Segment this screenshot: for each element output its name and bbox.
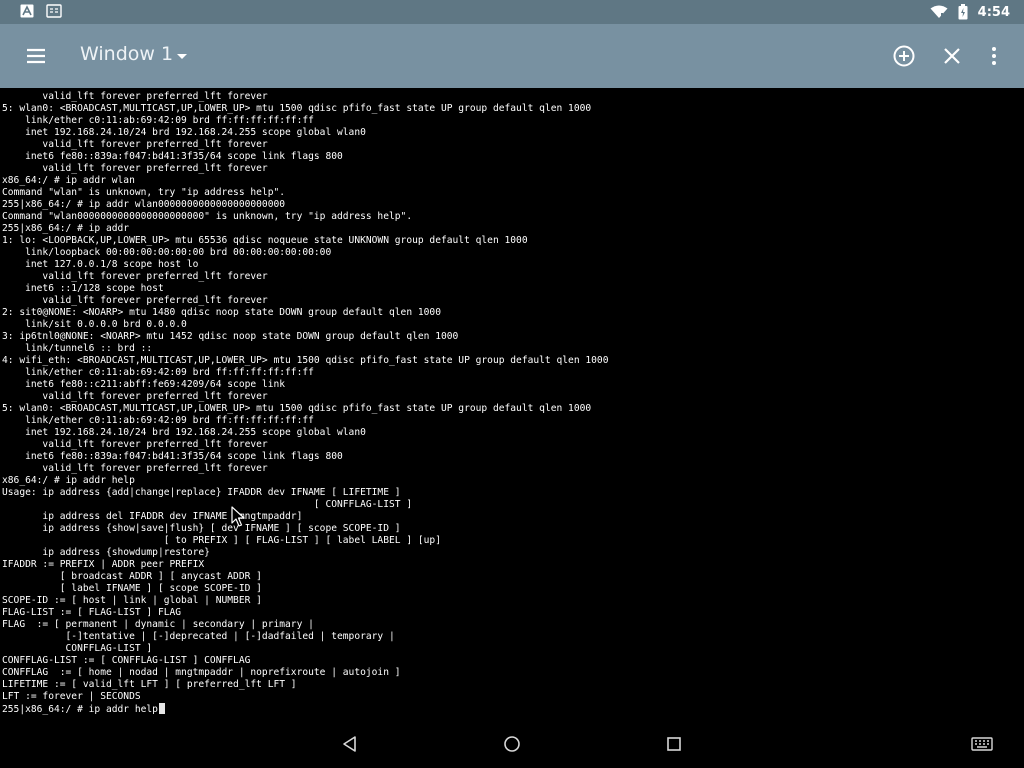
terminal-line: link/sit 0.0.0.0 brd 0.0.0.0 — [2, 319, 187, 330]
terminal-line: valid_lft forever preferred_lft forever — [2, 463, 268, 474]
terminal-line: FLAG-LIST := [ FLAG-LIST ] FLAG — [2, 607, 182, 618]
terminal-line: inet 127.0.0.1/8 scope host lo — [2, 259, 199, 270]
terminal-line: inet6 fe80::839a:f047:bd41:3f35/64 scope… — [2, 151, 343, 162]
add-window-icon[interactable] — [892, 44, 916, 68]
terminal-line: IFADDR := PREFIX | ADDR peer PREFIX — [2, 559, 205, 570]
terminal-line: FLAG := [ permanent | dynamic | secondar… — [2, 619, 314, 630]
terminal-line: inet6 ::1/128 scope host — [2, 283, 164, 294]
status-time: 4:54 — [977, 4, 1010, 20]
terminal-line: inet 192.168.24.10/24 brd 192.168.24.255… — [2, 127, 366, 138]
terminal-line: valid_lft forever preferred_lft forever — [2, 139, 268, 150]
terminal-line: x86_64:/ # ip addr help — [2, 475, 135, 486]
terminal-line: 2: sit0@NONE: <NOARP> mtu 1480 qdisc noo… — [2, 307, 441, 318]
sim-toolkit-icon — [46, 4, 62, 18]
terminal-line: [-]tentative | [-]deprecated | [-]dadfai… — [2, 631, 395, 642]
terminal-line: link/loopback 00:00:00:00:00:00 brd 00:0… — [2, 247, 332, 258]
terminal-line: [ to PREFIX ] [ FLAG-LIST ] [ label LABE… — [2, 535, 441, 546]
terminal-line: Command "wlan" is unknown, try "ip addre… — [2, 187, 286, 198]
terminal-line: 5: wlan0: <BROADCAST,MULTICAST,UP,LOWER_… — [2, 103, 592, 114]
recents-icon[interactable] — [662, 732, 686, 756]
terminal-line: ip address del IFADDR dev IFNAME [mngtmp… — [2, 511, 303, 522]
terminal-line: inet6 fe80::c211:abff:fe69:4209/64 scope… — [2, 379, 286, 390]
terminal-line: Command "wlan0000000000000000000000" is … — [2, 211, 413, 222]
terminal-output[interactable]: valid_lft forever preferred_lft forever 5… — [0, 88, 1024, 720]
terminal-line: CONFFLAG-LIST ] — [2, 643, 153, 654]
text-cursor — [158, 703, 165, 714]
app-bar: Window 1 — [0, 24, 1024, 88]
font-a-icon — [20, 4, 34, 18]
terminal-line: [ CONFFLAG-LIST ] — [2, 499, 413, 510]
dropdown-arrow-icon[interactable] — [172, 46, 192, 66]
close-window-icon[interactable] — [940, 44, 964, 68]
terminal-line: link/tunnel6 :: brd :: — [2, 343, 153, 354]
status-bar: 4:54 — [0, 0, 1024, 24]
mouse-pointer-icon — [231, 506, 245, 527]
terminal-line: x86_64:/ # ip addr wlan — [2, 175, 135, 186]
terminal-line: valid_lft forever preferred_lft forever — [2, 271, 268, 282]
overflow-menu-icon[interactable] — [982, 44, 1006, 68]
terminal-line: 4: wifi_eth: <BROADCAST,MULTICAST,UP,LOW… — [2, 355, 609, 366]
terminal-line: CONFFLAG := [ home | nodad | mngtmpaddr … — [2, 667, 401, 678]
terminal-line: 255|x86_64:/ # ip addr wlan0000000000000… — [2, 199, 286, 210]
terminal-line: [ label IFNAME ] [ scope SCOPE-ID ] — [2, 583, 262, 594]
terminal-line: 3: ip6tnl0@NONE: <NOARP> mtu 1452 qdisc … — [2, 331, 459, 342]
home-icon[interactable] — [500, 732, 524, 756]
terminal-line: link/ether c0:11:ab:69:42:09 brd ff:ff:f… — [2, 367, 314, 378]
terminal-line: Usage: ip address {add|change|replace} I… — [2, 487, 401, 498]
terminal-line: inet6 fe80::839a:f047:bd41:3f35/64 scope… — [2, 451, 343, 462]
terminal-prompt-line[interactable]: 255|x86_64:/ # ip addr help — [2, 703, 165, 716]
terminal-line: CONFFLAG-LIST := [ CONFFLAG-LIST ] CONFF… — [2, 655, 251, 666]
prompt-text: 255|x86_64:/ # ip addr help — [2, 704, 158, 715]
terminal-line: link/ether c0:11:ab:69:42:09 brd ff:ff:f… — [2, 115, 314, 126]
terminal-line: LIFETIME := [ valid_lft LFT ] [ preferre… — [2, 679, 297, 690]
terminal-line: [ broadcast ADDR ] [ anycast ADDR ] — [2, 571, 262, 582]
terminal-line: valid_lft forever preferred_lft forever — [2, 391, 268, 402]
navigation-bar — [0, 720, 1024, 768]
terminal-line: SCOPE-ID := [ host | link | global | NUM… — [2, 595, 262, 606]
terminal-line: valid_lft forever preferred_lft forever — [2, 163, 268, 174]
status-left-icons — [20, 4, 62, 18]
terminal-line: ip address {showdump|restore} — [2, 547, 210, 558]
status-right-icons: 4:54 — [930, 0, 1010, 24]
terminal-line: 1: lo: <LOOPBACK,UP,LOWER_UP> mtu 65536 … — [2, 235, 528, 246]
terminal-line: 255|x86_64:/ # ip addr — [2, 223, 130, 234]
terminal-line: link/ether c0:11:ab:69:42:09 brd ff:ff:f… — [2, 415, 314, 426]
terminal-line: valid_lft forever preferred_lft forever — [2, 295, 268, 306]
terminal-line: 5: wlan0: <BROADCAST,MULTICAST,UP,LOWER_… — [2, 403, 592, 414]
window-title[interactable]: Window 1 — [80, 43, 173, 65]
terminal-line: inet 192.168.24.10/24 brd 192.168.24.255… — [2, 427, 366, 438]
terminal-line: valid_lft forever preferred_lft forever — [2, 439, 268, 450]
menu-icon[interactable] — [24, 44, 48, 68]
battery-icon — [958, 4, 968, 20]
keyboard-icon[interactable] — [970, 732, 994, 756]
back-icon[interactable] — [338, 732, 362, 756]
wifi-icon — [930, 5, 948, 18]
terminal-line: valid_lft forever preferred_lft forever — [2, 91, 268, 102]
terminal-line: ip address {show|save|flush} [ dev IFNAM… — [2, 523, 401, 534]
terminal-line: LFT := forever | SECONDS — [2, 691, 141, 702]
